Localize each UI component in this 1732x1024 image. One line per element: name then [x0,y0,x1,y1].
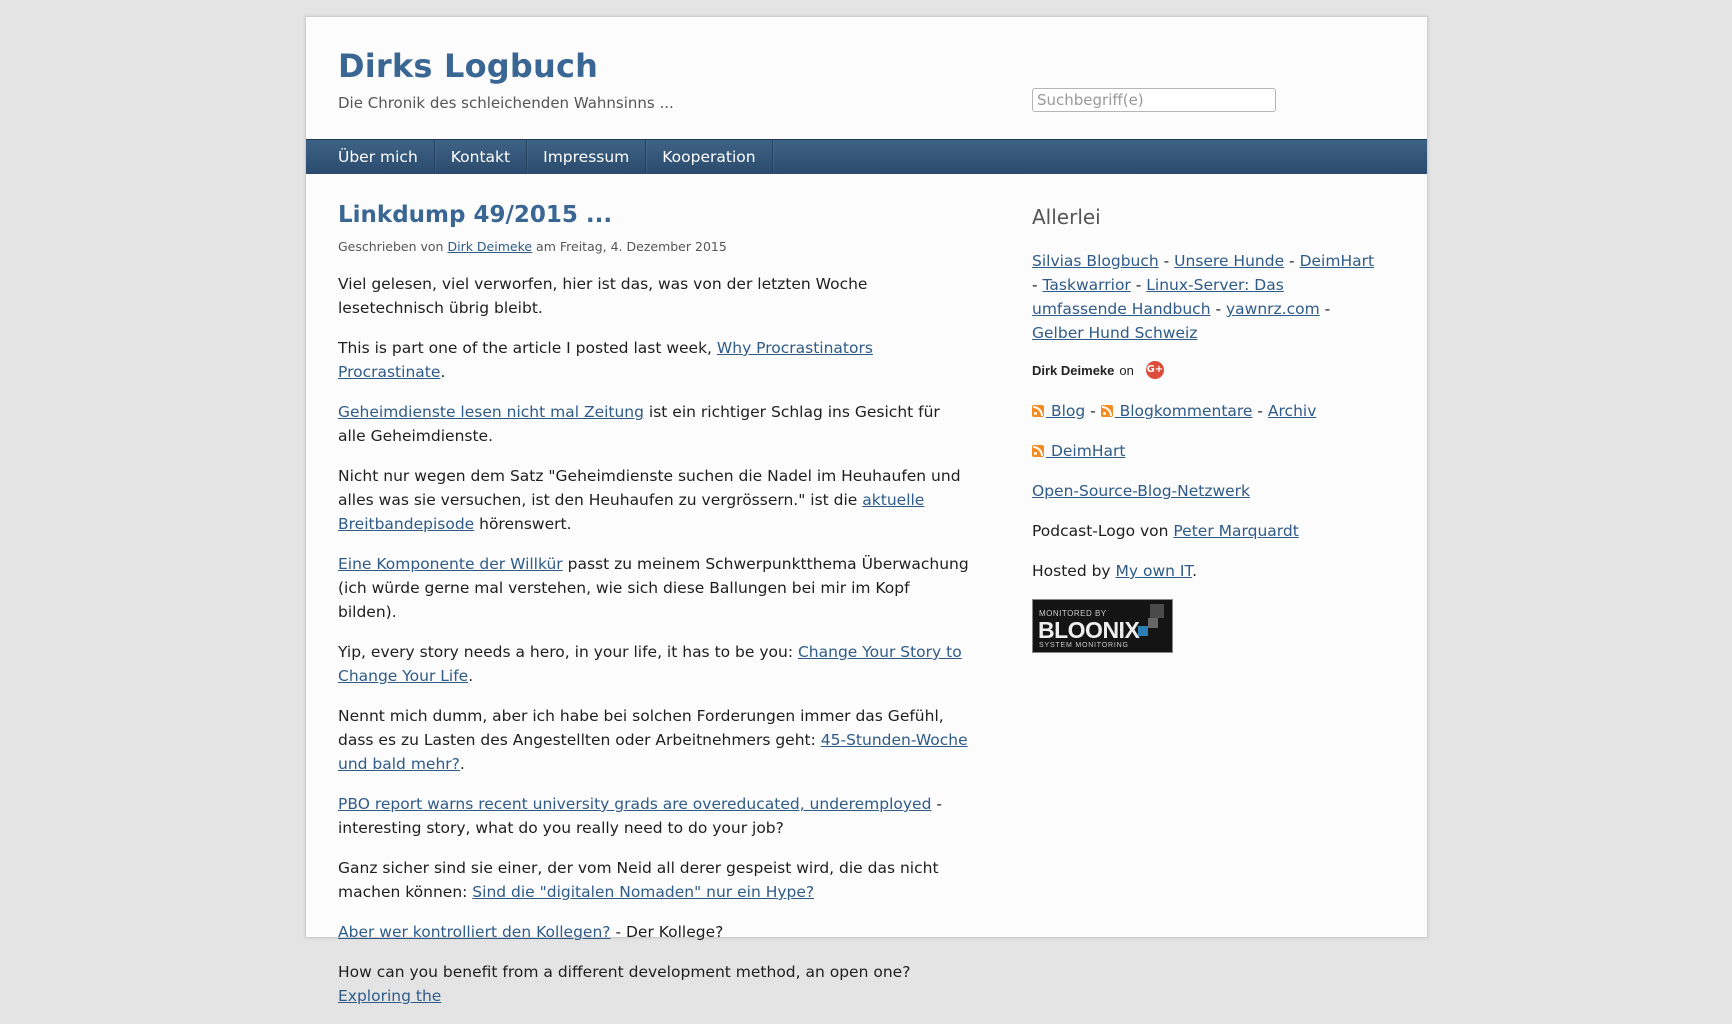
paragraph-text: This is part one of the article I posted… [338,339,717,357]
bloonix-monitoring-badge[interactable]: MONITORED BY BLOONIX SYSTEM MONITORING [1032,599,1173,653]
author-link[interactable]: Dirk Deimeke [447,239,532,254]
nav-item-kooperation[interactable]: Kooperation [646,140,773,174]
blogroll: Silvias Blogbuch - Unsere Hunde - DeimHa… [1032,249,1377,345]
hosting-link[interactable]: My own IT [1116,562,1193,580]
sidebar: Allerlei Silvias Blogbuch - Unsere Hunde… [1032,205,1377,653]
blogroll-link[interactable]: yawnrz.com [1226,300,1320,318]
paragraph: Nicht nur wegen dem Satz "Geheimdienste … [338,464,970,536]
podcast-logo-credit: Podcast-Logo von Peter Marquardt [1032,519,1377,543]
paragraph: PBO report warns recent university grads… [338,792,970,840]
gplus-name: Dirk Deimeke [1032,362,1115,378]
hosting-text: Hosted by [1032,562,1116,580]
article-link[interactable]: Sind die "digitalen Nomaden" nur ein Hyp… [472,883,814,901]
post-title[interactable]: Linkdump 49/2015 ... [338,202,970,228]
post-body: Viel gelesen, viel verworfen, hier ist d… [338,272,970,1008]
page-container: Dirks Logbuch Die Chronik des schleichen… [305,16,1428,1005]
separator: - [1032,276,1043,294]
badge-decor [1150,604,1164,618]
rss-icon [1032,445,1044,457]
paragraph: Yip, every story needs a hero, in your l… [338,640,970,688]
separator: - [1130,276,1147,294]
nav-item-impressum[interactable]: Impressum [527,140,647,174]
separator: - [1210,300,1226,318]
gplus-badge[interactable]: Dirk Deimeke on G+ [1032,361,1377,379]
article-link[interactable]: Eine Komponente der Willkür [338,555,563,573]
gplus-on-label: on [1119,362,1134,378]
blogroll-link[interactable]: Unsere Hunde [1174,252,1284,270]
feed-links-deimhart: DeimHart [1032,439,1377,463]
article-link[interactable]: Exploring the [338,987,441,1005]
separator: - [1284,252,1300,270]
network-line: Open-Source-Blog-Netzwerk [1032,479,1377,503]
badge-brand-text: BLOONIX [1038,617,1140,643]
feed-links: Blog - Blogkommentare - Archiv [1032,399,1377,423]
widget-title: Allerlei [1032,205,1101,229]
paragraph: Aber wer kontrolliert den Kollegen? - De… [338,920,970,944]
site-title[interactable]: Dirks Logbuch [338,47,598,85]
rss-icon [1032,405,1044,417]
separator: - [1252,402,1268,420]
blogroll-link[interactable]: Taskwarrior [1043,276,1131,294]
paragraph: This is part one of the article I posted… [338,336,970,384]
paragraph: Geheimdienste lesen nicht mal Zeitung is… [338,400,970,448]
nav-item-ueber-mich[interactable]: Über mich [322,140,435,174]
nav-item-kontakt[interactable]: Kontakt [435,140,528,174]
paragraph-text: How can you benefit from a different dev… [338,963,911,981]
archive-link[interactable]: Archiv [1268,402,1316,420]
hosting-text: . [1192,562,1198,580]
feed-link-blog[interactable]: Blog [1032,402,1085,420]
main-nav: Über mich Kontakt Impressum Kooperation [306,139,1427,174]
paragraph-text: Yip, every story needs a hero, in your l… [338,643,798,661]
paragraph-text: . [440,363,446,381]
paragraph: Nennt mich dumm, aber ich habe bei solch… [338,704,970,776]
feed-link-comments[interactable]: Blogkommentare [1100,402,1253,420]
paragraph: Ganz sicher sind sie einer, der vom Neid… [338,856,970,904]
paragraph: How can you benefit from a different dev… [338,960,970,1008]
blogroll-link[interactable]: DeimHart [1300,252,1374,270]
separator: - [1085,402,1101,420]
search-input[interactable] [1032,88,1276,112]
article-link[interactable]: PBO report warns recent university grads… [338,795,931,813]
separator: - [1158,252,1175,270]
badge-decor [1148,618,1158,628]
byline-prefix: Geschrieben von [338,239,444,254]
feed-label: Blogkommentare [1119,402,1253,420]
badge-decor [1138,626,1148,636]
site-tagline: Die Chronik des schleichenden Wahnsinns … [338,94,674,112]
paragraph-text: . [468,667,474,685]
paragraph-text: hörenswert. [474,515,572,533]
post-byline: Geschrieben von Dirk Deimeke am Freitag,… [338,239,970,254]
network-link[interactable]: Open-Source-Blog-Netzwerk [1032,482,1250,500]
rss-icon [1100,405,1113,417]
feed-label: Blog [1050,402,1086,420]
google-plus-icon[interactable]: G+ [1145,361,1164,379]
blogroll-link[interactable]: Gelber Hund Schweiz [1032,324,1197,342]
article-link[interactable]: Aber wer kontrolliert den Kollegen? [338,923,611,941]
site-header: Dirks Logbuch Die Chronik des schleichen… [306,17,1427,139]
paragraph: Eine Komponente der Willkür passt zu mei… [338,552,970,624]
paragraph: Viel gelesen, viel verworfen, hier ist d… [338,272,970,320]
feed-label: DeimHart [1050,442,1126,460]
paragraph-text: - Der Kollege? [610,923,724,941]
main-content: Linkdump 49/2015 ... Geschrieben von Dir… [338,202,970,1024]
hosting-credit: Hosted by My own IT. [1032,559,1377,583]
credit-link[interactable]: Peter Marquardt [1173,522,1298,540]
paragraph-text: . [459,755,465,773]
blogroll-link[interactable]: Silvias Blogbuch [1032,252,1159,270]
article-link[interactable]: Geheimdienste lesen nicht mal Zeitung [338,403,644,421]
paragraph-text: Viel gelesen, viel verworfen, hier ist d… [338,275,868,317]
byline-date: am Freitag, 4. Dezember 2015 [536,239,727,254]
feed-link-deimhart[interactable]: DeimHart [1032,442,1125,460]
separator: - [1319,300,1331,318]
badge-bottom-text: SYSTEM MONITORING [1039,642,1129,649]
credit-text: Podcast-Logo von [1032,522,1174,540]
